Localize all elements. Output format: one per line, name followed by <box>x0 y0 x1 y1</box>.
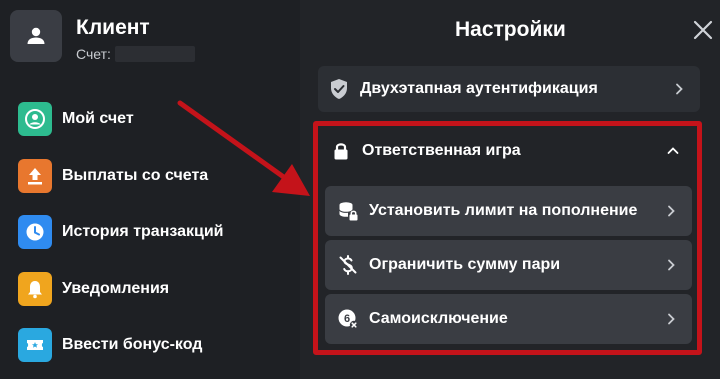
two-factor-auth-row[interactable]: Двухэтапная аутентификация <box>318 66 700 112</box>
chevron-right-icon <box>668 205 675 217</box>
user-name: Клиент <box>76 16 150 39</box>
menu-item-my-account[interactable]: Мой счет <box>18 102 224 136</box>
dollar-crossed-icon <box>337 254 359 276</box>
self-exclusion-label: Самоисключение <box>369 310 508 327</box>
deposit-limit-row[interactable]: Установить лимит на пополнение <box>325 186 692 236</box>
menu-item-withdrawals[interactable]: Выплаты со счета <box>18 158 224 193</box>
bet-limit-row[interactable]: Ограничить сумму пари <box>325 240 692 290</box>
two-factor-auth-label: Двухэтапная аутентификация <box>360 80 598 97</box>
deposit-limit-label: Установить лимит на пополнение <box>369 202 638 219</box>
menu-item-bonus-code[interactable]: Ввести бонус-код <box>18 328 224 362</box>
svg-text:6: 6 <box>344 313 350 325</box>
chevron-up-icon <box>667 147 679 154</box>
chevron-right-icon <box>668 259 675 271</box>
chevron-right-icon <box>668 313 675 325</box>
coins-lock-icon <box>337 200 359 222</box>
responsible-gaming-title: Ответственная игра <box>362 142 521 159</box>
user-circle-icon <box>18 102 52 136</box>
client-menu: Мой счет Выплаты со счета История транза… <box>18 102 224 379</box>
bell-icon <box>18 271 52 306</box>
avatar[interactable] <box>10 10 62 62</box>
shield-check-icon <box>328 78 350 100</box>
responsible-gaming-header[interactable]: Ответственная игра <box>322 128 694 174</box>
clock-icon <box>18 215 52 249</box>
account-row: Счет: <box>76 46 195 62</box>
menu-label: Уведомления <box>62 279 170 297</box>
self-exclusion-icon: 6 <box>337 308 359 330</box>
chevron-right-icon <box>676 83 683 95</box>
lock-icon <box>330 140 352 162</box>
user-header: Клиент Счет: <box>10 10 195 62</box>
account-number-masked <box>114 46 195 62</box>
close-button[interactable] <box>692 19 714 41</box>
close-icon <box>693 20 713 40</box>
account-label: Счет: <box>76 46 111 62</box>
bet-limit-label: Ограничить сумму пари <box>369 256 561 273</box>
menu-label: Ввести бонус-код <box>62 336 203 353</box>
menu-label: История транзакций <box>62 223 224 240</box>
menu-label: Мой счет <box>62 110 134 127</box>
self-exclusion-row[interactable]: 6 Самоисключение <box>325 294 692 344</box>
menu-label: Выплаты со счета <box>62 166 209 184</box>
ticket-icon <box>18 328 52 362</box>
settings-title: Настройки <box>455 18 566 41</box>
user-icon <box>27 27 45 44</box>
upload-icon <box>18 158 52 193</box>
menu-item-notifications[interactable]: Уведомления <box>18 271 224 306</box>
menu-item-transaction-history[interactable]: История транзакций <box>18 215 224 249</box>
